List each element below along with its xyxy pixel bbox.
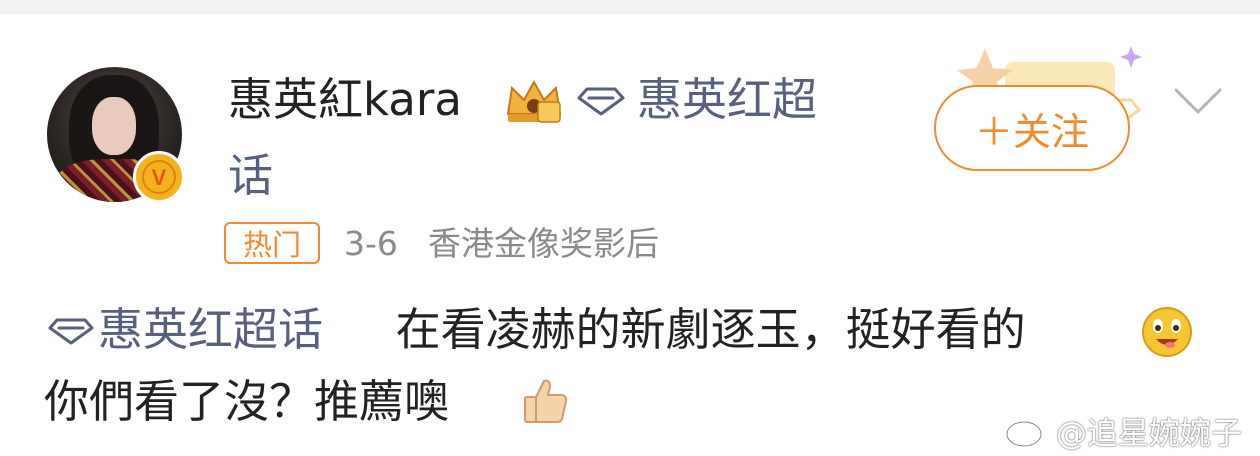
- diamond-topic-tag-icon: [48, 318, 94, 345]
- crown-level-icon: [506, 79, 562, 123]
- watermark-text: @追星婉婉子: [1056, 416, 1242, 452]
- body-topic-tag-link[interactable]: 惠英红超话: [98, 303, 323, 356]
- header-topic-link[interactable]: 惠英红超: [637, 74, 817, 126]
- diamond-topic-icon: [577, 87, 625, 116]
- body-text-line2: 你們看了沒？推薦噢: [44, 375, 450, 428]
- verified-badge-letter: V: [152, 165, 167, 190]
- follow-button[interactable]: ＋关注: [934, 85, 1130, 171]
- hot-badge: 热门: [224, 222, 320, 264]
- body-text-line1: 在看凌赫的新劇逐玉，挺好看的: [395, 303, 1026, 356]
- author-name[interactable]: 惠英紅kara: [228, 74, 462, 126]
- verified-v-icon: V: [133, 151, 185, 203]
- post-source: 香港金像奖影后: [428, 224, 659, 263]
- thumbs-up-emoji-icon: [524, 379, 568, 423]
- weibo-watermark: @追星婉婉子: [1004, 408, 1242, 453]
- chevron-down-icon[interactable]: [1172, 86, 1224, 116]
- avatar-face: [92, 97, 136, 155]
- yummy-face-emoji-icon: [1142, 307, 1192, 357]
- post-date: 3-6: [344, 224, 398, 263]
- weibo-logo-icon: [1005, 416, 1048, 447]
- post-body-line1: 惠英红超话 在看凌赫的新劇逐玉，挺好看的: [98, 302, 1026, 358]
- top-divider-band: [0, 0, 1260, 14]
- header-topic-link-continued[interactable]: 话: [228, 150, 273, 202]
